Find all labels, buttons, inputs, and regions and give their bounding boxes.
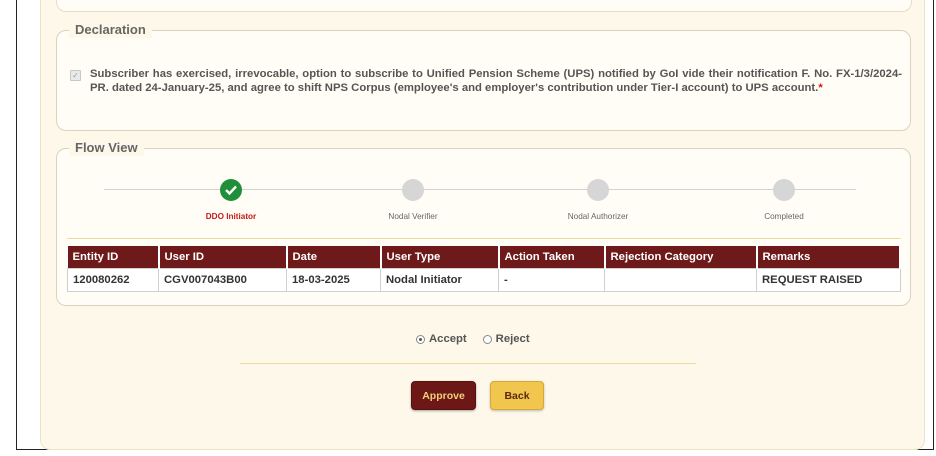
accept-radio[interactable]: Accept: [416, 333, 467, 345]
cell-user-type: Nodal Initiator: [380, 268, 499, 292]
decision-radio-group: Accept Reject: [416, 333, 530, 345]
accept-radio-circle[interactable]: [416, 334, 425, 344]
cell-action-taken: -: [498, 268, 605, 292]
cell-remarks: REQUEST RAISED: [756, 268, 901, 292]
action-divider: [240, 363, 696, 364]
flow-history-table: Entity ID User ID Date User Type Action …: [67, 246, 901, 292]
cell-rejection-category: [604, 268, 757, 292]
step-ddo-initiator-label: DDO Initiator: [205, 212, 257, 221]
previous-panel-edge: [56, 0, 912, 12]
col-user-type: User Type: [380, 246, 500, 269]
col-action-taken: Action Taken: [498, 246, 606, 269]
reject-radio-label: Reject: [495, 333, 530, 345]
declaration-legend: Declaration: [69, 22, 152, 38]
declaration-text: Subscriber has exercised, irrevocable, o…: [90, 67, 902, 95]
required-mark: *: [818, 82, 823, 94]
reject-radio-circle[interactable]: [482, 334, 492, 344]
declaration-statement: Subscriber has exercised, irrevocable, o…: [90, 68, 902, 94]
step-nodal-authorizer-label: Nodal Authorizer: [567, 212, 629, 221]
accept-radio-label: Accept: [429, 333, 467, 345]
step-nodal-authorizer-dot: [587, 179, 609, 201]
step-completed-label: Completed: [764, 212, 804, 221]
approve-button[interactable]: Approve: [411, 381, 476, 410]
step-ddo-initiator-dot: [220, 179, 242, 201]
declaration-panel: Declaration ✓ Subscriber has exercised, …: [56, 22, 911, 131]
flow-view-legend: Flow View: [69, 140, 144, 156]
table-header-row: Entity ID User ID Date User Type Action …: [67, 246, 901, 269]
cell-date: 18-03-2025: [286, 268, 381, 292]
cell-user-id: CGV007043B00: [158, 268, 287, 292]
col-user-id: User ID: [158, 246, 288, 269]
step-nodal-verifier-dot: [402, 179, 424, 201]
cell-entity-id: 120080262: [67, 268, 159, 292]
col-remarks: Remarks: [756, 246, 901, 269]
flow-divider: [67, 238, 901, 239]
back-button[interactable]: Back: [490, 381, 544, 410]
col-date: Date: [286, 246, 382, 269]
check-icon: [225, 185, 237, 195]
flow-progress-line: [104, 189, 856, 190]
reject-radio[interactable]: Reject: [482, 333, 530, 345]
declaration-checkbox[interactable]: ✓: [70, 70, 81, 81]
col-rejection-category: Rejection Category: [604, 246, 758, 269]
step-completed-dot: [773, 179, 795, 201]
flow-view-panel: Flow View DDO Initiator Nodal Verifier N…: [56, 140, 911, 306]
table-row: 120080262 CGV007043B00 18-03-2025 Nodal …: [67, 268, 901, 292]
step-nodal-verifier-label: Nodal Verifier: [388, 212, 438, 221]
col-entity-id: Entity ID: [67, 246, 160, 269]
